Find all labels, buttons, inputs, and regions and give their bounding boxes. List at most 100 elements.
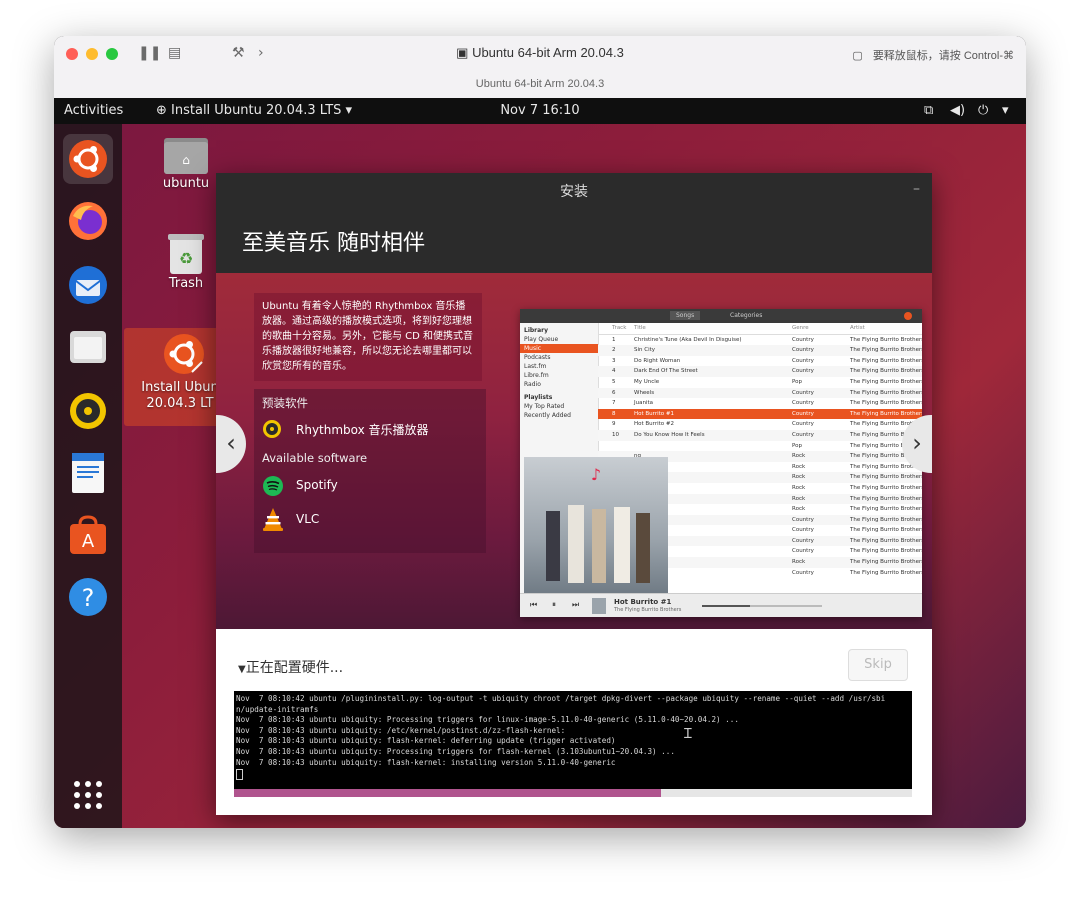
track-artist: The Flying Burrito Brothers: [850, 537, 922, 544]
track-row: 9 Hot Burrito #2 Country The Flying Burrito…: [598, 419, 922, 430]
install-progress-bar: [234, 789, 912, 797]
track-title: Hot Burrito #2: [634, 421, 674, 428]
dock-help[interactable]: ?: [63, 572, 113, 622]
track-artist: The Flying Burrito Brothers: [850, 474, 922, 481]
show-applications-button[interactable]: [63, 770, 113, 820]
rhythmbox-screenshot: Songs Categories Library Play Queue Musi…: [520, 309, 922, 617]
caret-down-icon: ▼: [238, 664, 246, 675]
prev-icon: ⏮: [530, 600, 538, 609]
app-vlc: VLC: [296, 512, 320, 526]
next-icon: ⏭: [572, 600, 580, 609]
activities-button[interactable]: Activities: [64, 103, 123, 118]
dock-software[interactable]: A: [63, 510, 113, 560]
files-icon: [70, 331, 106, 363]
installer-window: 安装 – 至美音乐 随时相伴 Ubuntu 有着令人惊艳的 Rhythmbox …: [216, 173, 932, 815]
rhythmbox-headerbar: Songs Categories: [520, 309, 922, 323]
rhythmbox-icon: [70, 393, 106, 429]
library-heading: Library: [524, 327, 549, 334]
sidebar-item: Libre.fm: [524, 372, 549, 379]
track-row: 2 Sin City Country The Flying Burrito Broth…: [598, 345, 922, 356]
terminal-line: Nov 7 08:10:42 ubuntu /plugininstall.py:…: [236, 694, 886, 703]
track-artist: The Flying Burrito Brothers: [850, 410, 922, 417]
track-title: Do Right Woman: [634, 357, 681, 364]
system-menu-caret-icon[interactable]: ▾: [1002, 103, 1009, 118]
track-artist: The Flying Burrito Brothers: [850, 400, 922, 407]
track-artist: The Flying Burrito Brothers: [850, 378, 922, 385]
now-playing-artist: The Flying Burrito Brothers: [614, 607, 682, 613]
software-list: 预装软件 Rhythmbox 音乐播放器 Available software …: [254, 389, 486, 553]
sidebar-item-selected: Music: [520, 344, 598, 353]
chevron-right-icon: ›: [912, 429, 922, 457]
ubuntu-logo-icon: [69, 140, 107, 178]
volume-icon[interactable]: ◀): [950, 103, 965, 118]
track-number: 5: [612, 378, 616, 385]
track-genre: Country: [792, 569, 814, 576]
installer-title: 安装: [216, 173, 932, 211]
page-icon: ▢: [852, 50, 863, 62]
track-row: 4 Dark End Of The Street Country The Flying…: [598, 366, 922, 377]
dock-rhythmbox[interactable]: [63, 386, 113, 436]
dock-libreoffice-writer[interactable]: [63, 448, 113, 498]
album-logo-icon: ♪: [590, 465, 602, 484]
track-row: 3 Do Right Woman Country The Flying Burrito…: [598, 356, 922, 367]
track-genre: Rock: [792, 463, 806, 470]
now-playing-thumbnail: [592, 598, 606, 614]
track-row: 7 Juanita Country The Flying Burrito Brothe…: [598, 398, 922, 409]
dock-thunderbird[interactable]: [63, 260, 113, 310]
dock-ubuntu-installer[interactable]: [63, 134, 113, 184]
pause-icon: ⏸: [552, 600, 556, 609]
skip-button[interactable]: Skip: [848, 649, 908, 681]
terminal-line: Nov 7 08:10:43 ubuntu ubiquity: Processi…: [236, 715, 739, 725]
sidebar-item: Radio: [524, 381, 541, 388]
dock-files[interactable]: [63, 322, 113, 372]
chevron-left-icon: ‹: [226, 429, 236, 457]
power-icon[interactable]: ⏻: [978, 103, 988, 118]
available-heading: Available software: [262, 451, 368, 465]
track-number: 7: [612, 400, 616, 407]
track-artist: The Flying Burrito Brothers: [850, 559, 922, 566]
svg-text:⌂: ⌂: [182, 153, 190, 167]
slideshow: Ubuntu 有着令人惊艳的 Rhythmbox 音乐播放器。通过高级的播放模式…: [216, 273, 932, 629]
terminal-line: Nov 7 08:10:43 ubuntu ubiquity: flash-ke…: [236, 736, 616, 746]
track-genre: Country: [792, 421, 814, 428]
figure-shape: [568, 505, 584, 583]
tab-categories: Categories: [730, 312, 763, 319]
mouse-release-hint: ▢ 要释放鼠标，请按 Control-⌘: [852, 50, 1014, 62]
svg-text:♻: ♻: [179, 249, 193, 268]
slide-header: 至美音乐 随时相伴: [216, 211, 932, 273]
album-art: ♪: [524, 457, 668, 595]
previous-slide-button[interactable]: ‹: [216, 415, 246, 473]
track-genre: Country: [792, 537, 814, 544]
minimize-icon[interactable]: –: [913, 181, 920, 197]
app-grid-icon: [74, 781, 102, 809]
network-icon[interactable]: ⧉: [924, 103, 933, 118]
terminal-line: n/update-initramfs: [236, 704, 319, 714]
track-artist: The Flying Burrito Brothers: [850, 506, 922, 513]
track-artist: The Flying Burrito Brothers: [850, 347, 922, 354]
track-title: Dark End Of The Street: [634, 368, 698, 375]
playlist-item: My Top Rated: [524, 403, 565, 410]
track-artist: The Flying Burrito Brothers: [850, 336, 922, 343]
track-artist: The Flying Burrito Brothers: [850, 484, 922, 491]
svg-text:?: ?: [82, 584, 95, 612]
mac-titlebar: ❚❚ ▤ ⚒ › ▣ Ubuntu 64-bit Arm 20.04.3 Ubu…: [54, 36, 1026, 99]
dock: A ?: [54, 124, 122, 828]
track-number: 4: [612, 368, 616, 375]
install-log-terminal[interactable]: Nov 7 08:10:42 ubuntu /plugininstall.py:…: [234, 691, 912, 789]
track-artist: The Flying Burrito Brothers: [850, 389, 922, 396]
track-number: 2: [612, 347, 616, 354]
track-genre: Country: [792, 357, 814, 364]
dock-firefox[interactable]: [63, 196, 113, 246]
track-genre: Country: [792, 516, 814, 523]
track-artist: The Flying Burrito Brothers: [850, 516, 922, 523]
app-menu[interactable]: ⊕ Install Ubuntu 20.04.3 LTS ▾: [156, 103, 352, 118]
caret-down-icon: ▾: [341, 103, 353, 118]
terminal-line: Nov 7 08:10:43 ubuntu ubiquity: Processi…: [236, 746, 675, 756]
track-artist: The Flying Burrito Brothers: [850, 548, 922, 555]
status-expander[interactable]: ▼正在配置硬件...: [238, 657, 343, 677]
track-title: Sin City: [634, 347, 656, 354]
track-genre: Country: [792, 400, 814, 407]
track-number: 9: [612, 421, 616, 428]
sidebar-item: Play Queue: [524, 336, 559, 343]
track-genre: Country: [792, 389, 814, 396]
